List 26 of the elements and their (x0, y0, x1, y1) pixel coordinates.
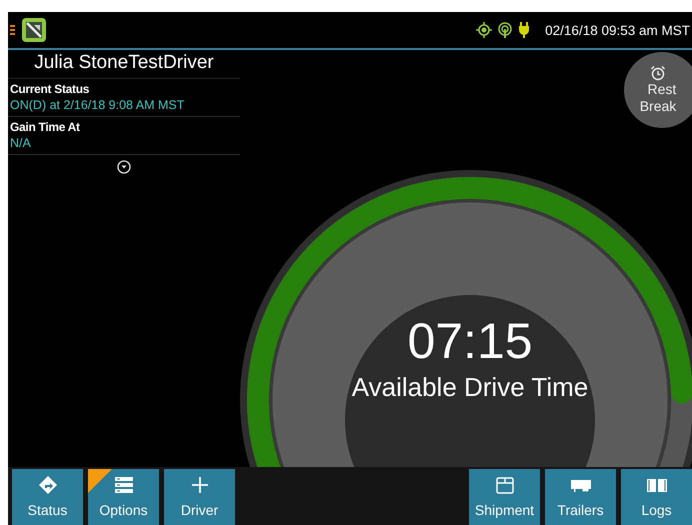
driver-name: Julia StoneTestDriver (8, 50, 240, 79)
info-value: ON(D) at 2/16/18 9:08 AM MST (10, 98, 186, 112)
info-label: Current Status (10, 82, 90, 96)
nav-button[interactable]: Trailers (545, 469, 616, 525)
drive-time-label: Available Drive Time (352, 372, 588, 403)
nav-button[interactable]: Logs (621, 469, 692, 525)
plug-icon (518, 22, 530, 38)
nav-button[interactable]: Options (88, 469, 159, 525)
rest-break-button[interactable]: Rest Break (624, 52, 692, 128)
drive-time-value: 07:15 (407, 312, 533, 370)
signal-icon (497, 22, 514, 38)
nav-button[interactable]: Status (12, 469, 83, 525)
nav-button[interactable]: Shipment (469, 469, 540, 525)
alarm-clock-icon (650, 65, 666, 81)
app-logo-icon[interactable] (21, 17, 47, 43)
list-icon (112, 475, 134, 495)
nav-button[interactable]: Driver (164, 469, 235, 525)
info-value: N/A (10, 136, 32, 150)
date-time: 02/16/18 09:53 am MST (545, 22, 690, 38)
info-label: Gain Time At (10, 120, 81, 134)
expand-icon[interactable] (117, 160, 131, 174)
direction-sign-icon (36, 475, 58, 495)
menu-icon[interactable] (10, 24, 15, 36)
rest-break-label: Rest Break (640, 81, 676, 115)
box-icon (494, 475, 516, 495)
gps-icon (476, 22, 492, 38)
